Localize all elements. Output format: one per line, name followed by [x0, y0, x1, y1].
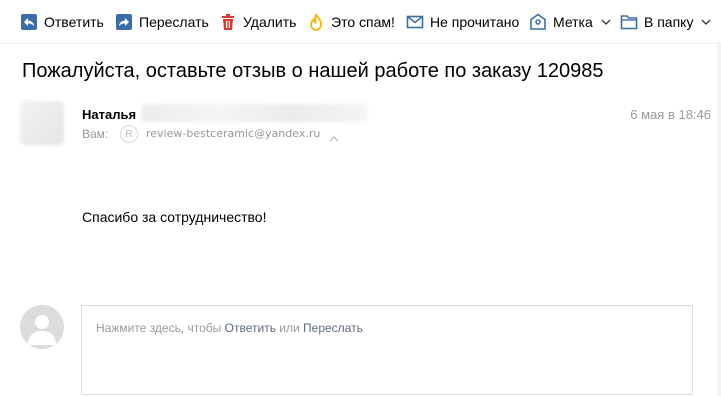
spam-button[interactable]: Это спам! — [307, 10, 395, 34]
reply-label: Ответить — [44, 14, 104, 30]
quick-reply-or: или — [275, 321, 304, 335]
quick-forward-link[interactable]: Переслать — [303, 321, 363, 335]
sender-avatar[interactable] — [20, 101, 64, 145]
recipient-label: Вам: — [82, 127, 109, 141]
quick-reply-hint: Нажмите здесь, чтобы Ответить или Пересл… — [96, 321, 363, 335]
forward-icon — [115, 13, 133, 31]
delete-label: Удалить — [243, 14, 297, 30]
message-body: Спасибо за сотрудничество! — [82, 209, 267, 225]
folder-label: В папку — [644, 14, 694, 30]
label-dropdown[interactable]: Метка — [529, 10, 611, 34]
reply-button[interactable]: Ответить — [20, 10, 104, 34]
recipient-email[interactable]: review-bestceramic@yandex.ru — [146, 127, 320, 140]
forward-label: Переслать — [139, 14, 209, 30]
user-avatar-icon — [20, 305, 64, 349]
sender-redacted — [142, 104, 367, 122]
chevron-down-icon — [701, 19, 711, 26]
label-label: Метка — [553, 14, 593, 30]
scrollbar-track[interactable] — [717, 44, 721, 396]
chevron-down-icon — [601, 19, 611, 26]
tag-icon — [529, 13, 547, 31]
reply-icon — [20, 13, 38, 31]
chevron-up-icon[interactable] — [329, 129, 339, 147]
envelope-icon — [406, 13, 424, 31]
recipient-avatar: R — [120, 125, 138, 143]
message-date: 6 мая в 18:46 — [630, 107, 711, 122]
spam-label: Это спам! — [331, 14, 395, 30]
message-subject: Пожалуйста, оставьте отзыв о нашей работ… — [22, 60, 604, 82]
delete-button[interactable]: Удалить — [219, 10, 296, 34]
quick-reply-link[interactable]: Ответить — [225, 321, 276, 335]
move-to-folder-dropdown[interactable]: В папку — [620, 10, 711, 34]
flame-icon — [307, 13, 325, 31]
folder-icon — [620, 13, 638, 31]
mark-unread-button[interactable]: Не прочитано — [406, 10, 519, 34]
sender-name[interactable]: Наталья — [82, 107, 136, 122]
forward-button[interactable]: Переслать — [115, 10, 209, 34]
toolbar: Ответить Переслать Удалить Это спам! Не … — [0, 0, 721, 44]
unread-label: Не прочитано — [430, 14, 520, 30]
quick-reply-prefix: Нажмите здесь, чтобы — [96, 321, 225, 335]
trash-icon — [219, 13, 237, 31]
recipient-avatar-letter: R — [125, 128, 133, 140]
quick-reply-box[interactable]: Нажмите здесь, чтобы Ответить или Пересл… — [81, 305, 693, 395]
